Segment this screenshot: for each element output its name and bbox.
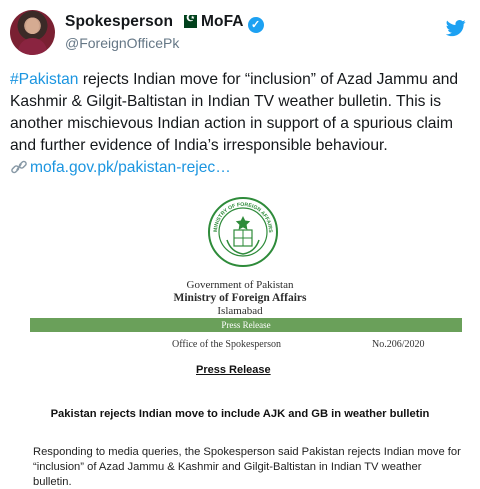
tweet-text: #Pakistan rejects Indian move for “inclu… bbox=[10, 69, 472, 179]
city-line: Islamabad bbox=[217, 305, 263, 317]
article-link[interactable]: mofa.gov.pk/pakistan-rejec… bbox=[30, 159, 231, 176]
pakistan-flag-icon bbox=[179, 13, 198, 28]
ministry-line: Ministry of Foreign Affairs bbox=[173, 292, 307, 304]
document-number: No.206/2020 bbox=[372, 339, 425, 350]
press-release-heading: Press Release bbox=[196, 364, 271, 376]
org-name: MoFA bbox=[201, 13, 244, 30]
avatar[interactable] bbox=[10, 10, 55, 55]
press-release-body: Responding to media queries, the Spokesp… bbox=[33, 446, 461, 488]
office-label: Office of the Spokesperson bbox=[172, 339, 281, 350]
press-release-title: Pakistan rejects Indian move to include … bbox=[50, 408, 430, 420]
author-name: Spokesperson bbox=[65, 13, 174, 30]
verified-badge-icon: ✓ bbox=[247, 17, 264, 33]
press-release-image[interactable]: MINISTRY OF FOREIGN AFFAIRS · GOVERNMENT… bbox=[10, 196, 470, 489]
press-release-banner: Press Release bbox=[30, 318, 462, 332]
link-icon bbox=[11, 160, 27, 174]
hashtag-link[interactable]: #Pakistan bbox=[10, 71, 78, 88]
government-line: Government of Pakistan bbox=[186, 279, 294, 291]
tweet-header: Spokesperson MoFA✓ @ForeignOfficePk bbox=[10, 10, 470, 58]
user-handle[interactable]: @ForeignOfficePk bbox=[65, 35, 179, 51]
mofa-emblem-icon: MINISTRY OF FOREIGN AFFAIRS · GOVERNMENT… bbox=[207, 196, 278, 267]
tweet-body: rejects Indian move for “inclusion” of A… bbox=[10, 71, 459, 154]
display-name[interactable]: Spokesperson MoFA✓ bbox=[65, 13, 264, 33]
twitter-bird-icon[interactable] bbox=[446, 18, 466, 38]
